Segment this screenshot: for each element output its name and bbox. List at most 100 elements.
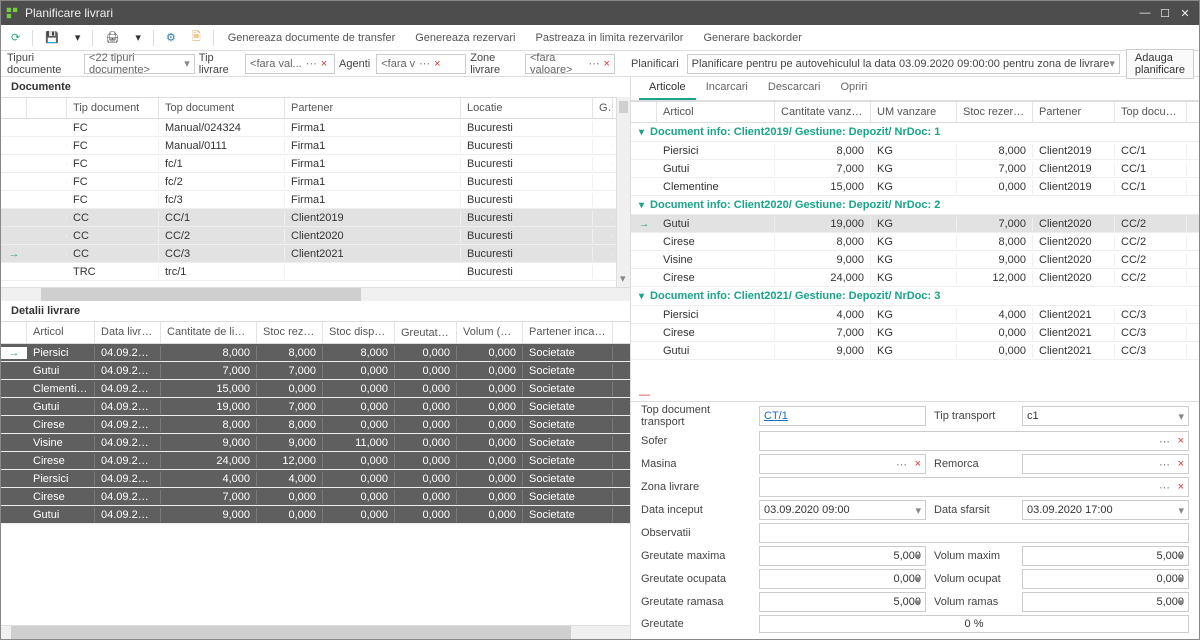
print-dropdown-icon[interactable]: ▾ [129,29,147,46]
dots-icon[interactable]: ⋯ [1159,481,1170,494]
clear-icon[interactable]: × [434,58,440,70]
table-row[interactable]: Cirese04.09.20208,0008,0000,0000,0000,00… [1,416,630,434]
spinner-icon[interactable]: ▾ [1178,573,1184,586]
table-row[interactable]: Gutui9,000KG0,000Client2021CC/3 [631,342,1199,360]
group-row[interactable]: ▾Document info: Client2019/ Gestiune: De… [631,123,1199,142]
col-cantitate[interactable]: Cantitate de livrat [161,322,257,343]
col-partener[interactable]: Partener [285,98,461,118]
table-row[interactable]: Gutui04.09.20209,0000,0000,0000,0000,000… [1,506,630,524]
col-articol[interactable]: Articol [27,322,95,343]
table-row[interactable]: FCfc/3Firma1Bucuresti [1,191,616,209]
table-row[interactable]: Gutui04.09.202019,0007,0000,0000,0000,00… [1,398,630,416]
table-row[interactable]: Clementine04.09.202015,0000,0000,0000,00… [1,380,630,398]
spinner-icon[interactable]: ▾ [1178,596,1184,609]
masina-field[interactable]: ⋯× [759,454,926,474]
remorca-field[interactable]: ⋯× [1022,454,1189,474]
col-ge[interactable]: Ge [593,98,613,118]
col-um-vanzare[interactable]: UM vanzare [871,102,957,122]
gen-transfer-action[interactable]: Genereaza documente de transfer [220,30,404,46]
col-stoc-rezervat[interactable]: Stoc rezervat [957,102,1033,122]
start-field[interactable]: 03.09.2020 09:00▾ [759,500,926,520]
chevron-down-icon[interactable]: ▾ [639,200,644,211]
print-icon[interactable]: 🖨 [99,29,125,46]
clear-icon[interactable]: × [321,58,327,70]
table-row[interactable]: →CCCC/3Client2021Bucuresti [1,245,616,263]
clear-icon[interactable]: × [915,458,921,470]
table-row[interactable]: FCManual/024324Firma1Bucuresti [1,119,616,137]
group-row[interactable]: ▾Document info: Client2021/ Gestiune: De… [631,287,1199,306]
scrollbar-h[interactable] [1,287,630,301]
save-icon[interactable]: 💾 [39,29,65,46]
end-field[interactable]: 03.09.2020 17:00▾ [1022,500,1189,520]
col-cantitate-vanzare[interactable]: Cantitate vanzare [775,102,871,122]
col-volum[interactable]: Volum (m3) [457,322,523,343]
col-greutate[interactable]: Greutat... [401,327,449,339]
group-row[interactable]: ▾Document info: Client2020/ Gestiune: De… [631,196,1199,215]
close-button[interactable]: ✕ [1175,5,1195,22]
table-row[interactable]: FCfc/2Firma1Bucuresti [1,173,616,191]
tip-transport-field[interactable]: c1▾ [1022,406,1189,426]
table-row[interactable]: Cirese04.09.20207,0000,0000,0000,0000,00… [1,488,630,506]
chevron-down-icon[interactable]: ▾ [1178,504,1184,517]
tab-incarcari[interactable]: Incarcari [696,77,758,100]
refresh-icon[interactable]: ⟳ [5,29,26,46]
pastreaza-action[interactable]: Pastreaza in limita rezervarilor [528,30,692,46]
vrem-field[interactable]: 5,000▾ [1022,592,1189,612]
col-stoc-disponibil[interactable]: Stoc disponibil [323,322,395,343]
table-row[interactable]: Gutui04.09.20207,0007,0000,0000,0000,000… [1,362,630,380]
dots-icon[interactable]: ⋯ [896,458,907,471]
chevron-down-icon[interactable]: ▾ [1178,410,1184,423]
dots-icon[interactable]: ⋯ [589,57,600,70]
top-doc-field[interactable]: CT/1 [759,406,926,426]
tab-descarcari[interactable]: Descarcari [758,77,831,100]
table-row[interactable]: FCManual/0111Firma1Bucuresti [1,137,616,155]
gmax-field[interactable]: 5,000▾ [759,546,926,566]
scrollbar-v[interactable]: ▾ [616,97,630,287]
clear-icon[interactable]: × [1178,458,1184,470]
save-dropdown-icon[interactable]: ▾ [69,29,87,46]
table-row[interactable]: Cirese8,000KG8,000Client2020CC/2 [631,233,1199,251]
table-row[interactable]: Cirese24,000KG12,000Client2020CC/2 [631,269,1199,287]
top-doc-link[interactable]: CT/1 [764,410,788,422]
obs-field[interactable] [759,523,1189,543]
tab-articole[interactable]: Articole [639,77,696,100]
table-row[interactable]: Piersici8,000KG8,000Client2019CC/1 [631,142,1199,160]
table-row[interactable]: Piersici4,000KG4,000Client2021CC/3 [631,306,1199,324]
col-partener-incarcare[interactable]: Partener incarcare [523,322,613,343]
col-top-document[interactable]: Top document [1115,102,1187,122]
minimize-button[interactable]: — [1135,5,1155,21]
table-row[interactable]: Clementine15,000KG0,000Client2019CC/1 [631,178,1199,196]
table-row[interactable]: Cirese04.09.202024,00012,0000,0000,0000,… [1,452,630,470]
zone-combo[interactable]: <fara valoare> ⋯ × [525,54,615,74]
remove-row-icon[interactable]: — [631,389,1199,401]
spinner-icon[interactable]: ▾ [1178,550,1184,563]
col-tip-document[interactable]: Tip document [67,98,159,118]
tip-livrare-combo[interactable]: <fara val... ⋯ × [245,54,335,74]
gen-rezervari-action[interactable]: Genereaza rezervari [407,30,523,46]
chevron-down-icon[interactable]: ▾ [639,291,644,302]
table-row[interactable]: →Gutui19,000KG7,000Client2020CC/2 [631,215,1199,233]
spinner-icon[interactable]: ▾ [915,550,921,563]
chevron-down-icon[interactable]: ▾ [915,504,921,517]
dots-icon[interactable]: ⋯ [419,57,430,70]
table-row[interactable]: Cirese7,000KG0,000Client2021CC/3 [631,324,1199,342]
tab-opriri[interactable]: Opriri [830,77,877,100]
vmax-field[interactable]: 5,000▾ [1022,546,1189,566]
col-data[interactable]: Data livrarii [95,322,161,343]
gen-backorder-action[interactable]: Generare backorder [695,30,809,46]
table-row[interactable]: CCCC/2Client2020Bucuresti [1,227,616,245]
table-row[interactable]: TRCtrc/1Bucuresti [1,263,616,281]
dots-icon[interactable]: ⋯ [1159,458,1170,471]
spinner-icon[interactable]: ▾ [915,573,921,586]
planificari-combo[interactable]: Planificare pentru pe autovehiculul la d… [687,54,1120,74]
zona-field[interactable]: ⋯× [759,477,1189,497]
table-row[interactable]: Visine9,000KG9,000Client2020CC/2 [631,251,1199,269]
grem-field[interactable]: 5,000▾ [759,592,926,612]
clear-icon[interactable]: × [1178,435,1184,447]
scrollbar-h-2[interactable] [1,625,630,639]
col-articol[interactable]: Articol [657,102,775,122]
spinner-icon[interactable]: ▾ [915,596,921,609]
table-row[interactable]: FCfc/1Firma1Bucuresti [1,155,616,173]
dots-icon[interactable]: ⋯ [306,57,317,70]
table-row[interactable]: →Piersici04.09.20208,0008,0008,0000,0000… [1,344,630,362]
